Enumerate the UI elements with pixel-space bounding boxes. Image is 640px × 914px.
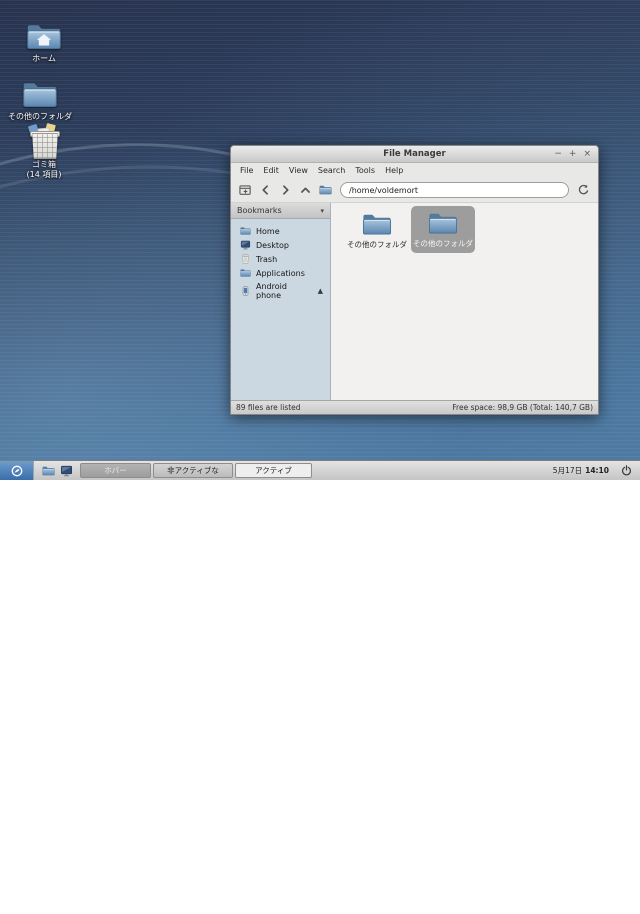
desktop-icon-label: その他のフォルダ [8, 112, 72, 122]
taskbar-window-button-inactive[interactable]: 非アクティブな [153, 463, 233, 478]
trash-icon [240, 254, 251, 264]
sidebar: Bookmarks ▾ Home Desktop Trash [231, 203, 331, 400]
sidebar-item-android-phone[interactable]: Android phone ▲ [231, 280, 330, 302]
forward-icon [279, 184, 292, 196]
up-button[interactable] [296, 181, 315, 200]
menu-view[interactable]: View [284, 164, 313, 177]
clock-date: 5月17日 [553, 465, 582, 476]
clock[interactable]: 5月17日 14:10 [553, 465, 617, 476]
distro-logo-icon [11, 465, 23, 477]
desktop-icon-label: ホーム [32, 54, 56, 64]
desktop-icon-label: ゴミ箱 (14 項目) [27, 160, 62, 181]
up-icon [299, 184, 312, 196]
reload-button[interactable] [574, 181, 593, 200]
folder-icon [240, 268, 251, 278]
taskbar: ホバー 非アクティブな アクティブ 5月17日 14:10 [0, 460, 640, 480]
file-item-label: その他のフォルダ [347, 239, 407, 250]
sidebar-item-label: Trash [256, 255, 277, 264]
desktop: ホーム その他のフォルダ ゴミ箱 (14 項目) File Manager − … [0, 0, 640, 480]
sidebar-item-home[interactable]: Home [231, 224, 330, 238]
folder-icon [428, 211, 458, 236]
desktop-icon-home[interactable]: ホーム [6, 22, 82, 64]
taskbar-window-button-active[interactable]: アクティブ [235, 463, 312, 478]
menu-search[interactable]: Search [313, 164, 350, 177]
back-icon [259, 184, 272, 196]
chevron-down-icon: ▾ [320, 207, 324, 215]
desktop-icon-trash[interactable]: ゴミ箱 (14 項目) [6, 124, 82, 181]
folder-icon [240, 226, 251, 236]
folder-icon [22, 80, 58, 110]
forward-button[interactable] [276, 181, 295, 200]
folder-icon [362, 212, 392, 237]
menubar: File Edit View Search Tools Help [231, 163, 598, 178]
sidebar-item-label: Android phone [256, 282, 313, 300]
sidebar-item-applications[interactable]: Applications [231, 266, 330, 280]
path-input[interactable] [340, 182, 569, 198]
sidebar-item-label: Applications [256, 269, 305, 278]
maximize-button[interactable]: + [569, 150, 577, 159]
sidebar-item-label: Desktop [256, 241, 289, 250]
bookmarks-list: Home Desktop Trash Applications [231, 219, 330, 302]
menu-tools[interactable]: Tools [350, 164, 380, 177]
menu-help[interactable]: Help [380, 164, 408, 177]
close-button[interactable]: × [583, 150, 591, 159]
status-files-count: 89 files are listed [236, 403, 301, 412]
taskbar-button-label: アクティブ [255, 465, 292, 476]
titlebar[interactable]: File Manager − + × [231, 146, 598, 163]
sidebar-item-trash[interactable]: Trash [231, 252, 330, 266]
sidebar-item-desktop[interactable]: Desktop [231, 238, 330, 252]
files-area[interactable]: その他のフォルダ その他のフォルダ [331, 203, 598, 400]
desktop-icon [60, 465, 73, 477]
toolbar [231, 178, 598, 203]
trash-basket [31, 133, 59, 159]
taskbar-button-label: 非アクティブな [167, 465, 219, 476]
folder-icon [319, 184, 332, 196]
folder-icon [42, 465, 55, 477]
menu-file[interactable]: File [235, 164, 258, 177]
taskbar-button-label: ホバー [104, 465, 127, 476]
minimize-button[interactable]: − [554, 150, 562, 159]
reload-icon [577, 184, 590, 196]
new-tab-button[interactable] [236, 181, 255, 200]
new-tab-icon [239, 184, 252, 196]
desktop-icon-other-folder[interactable]: その他のフォルダ [2, 80, 78, 122]
home-folder-icon [26, 22, 62, 52]
power-button[interactable] [617, 461, 640, 480]
status-free-space: Free space: 98,9 GB (Total: 140,7 GB) [452, 403, 593, 412]
file-manager-window: File Manager − + × File Edit View Search… [230, 145, 599, 415]
home-button[interactable] [316, 181, 335, 200]
clock-time: 14:10 [585, 466, 609, 475]
statusbar: 89 files are listed Free space: 98,9 GB … [231, 400, 598, 414]
window-buttons: ホバー 非アクティブな アクティブ [80, 463, 312, 478]
file-item-folder[interactable]: その他のフォルダ [345, 212, 409, 250]
file-manager-body: Bookmarks ▾ Home Desktop Trash [231, 203, 598, 400]
window-title: File Manager [231, 149, 598, 159]
file-manager-launcher[interactable] [41, 464, 55, 478]
trash-full-icon [27, 124, 61, 158]
power-icon [621, 465, 632, 476]
applications-menu-button[interactable] [0, 461, 34, 480]
menu-edit[interactable]: Edit [258, 164, 284, 177]
file-item-label: その他のフォルダ [413, 238, 473, 249]
show-desktop-launcher[interactable] [59, 464, 73, 478]
sidebar-item-label: Home [256, 227, 280, 236]
bookmarks-header-label: Bookmarks [237, 206, 282, 215]
bookmarks-header[interactable]: Bookmarks ▾ [231, 203, 330, 219]
taskbar-window-button-hover[interactable]: ホバー [80, 463, 151, 478]
desktop-icon [240, 240, 251, 250]
back-button[interactable] [256, 181, 275, 200]
phone-icon [240, 286, 251, 296]
launchers [34, 464, 80, 478]
eject-icon[interactable]: ▲ [318, 287, 326, 295]
file-item-folder-selected[interactable]: その他のフォルダ [411, 206, 475, 253]
